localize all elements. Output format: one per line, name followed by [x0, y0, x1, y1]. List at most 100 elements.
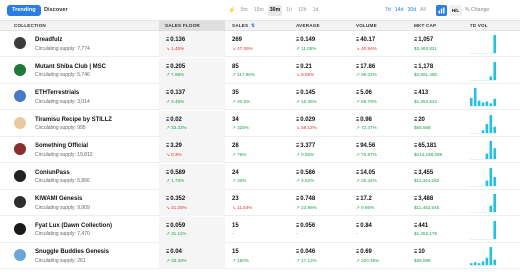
collection-name[interactable]: Mutant Shiba Club | MSC — [35, 64, 106, 70]
tab-discover[interactable]: Discover — [44, 5, 68, 16]
sparkline-bar — [477, 100, 481, 106]
sales-change: ↘ 11.54% — [232, 204, 253, 210]
table-row[interactable]: Something Official Circulating supply: 19… — [0, 137, 520, 163]
time-filter-1h[interactable]: 1h — [284, 5, 294, 16]
chart-view-button[interactable] — [436, 5, 447, 16]
eth-icon: Ξ — [356, 249, 360, 255]
collection-name[interactable]: KIWAMI Genesis — [35, 196, 82, 202]
eth-icon: Ξ — [356, 143, 360, 149]
bar-chart-icon — [438, 7, 445, 14]
period-filter-30d[interactable]: 30d — [407, 5, 416, 16]
sparkline-bar — [493, 259, 496, 265]
sparkline-bar — [489, 114, 493, 133]
volume-value: Ξ17.86 — [356, 63, 376, 70]
col-average[interactable]: AVERAGE — [296, 21, 320, 31]
col-volume[interactable]: VOLUME — [356, 21, 377, 31]
collection-avatar[interactable] — [14, 249, 26, 261]
average-value: Ξ0.586 — [296, 169, 316, 176]
volume-value: Ξ94.56 — [356, 143, 376, 149]
collection-name[interactable]: Something Official — [35, 143, 88, 149]
volume-value: Ξ0.84 — [356, 222, 372, 229]
period-filter-all[interactable]: All — [420, 5, 426, 16]
time-filter-15m[interactable]: 15m — [252, 5, 266, 16]
table-row[interactable]: Snuggle Buddies Genesis Circulating suppl… — [0, 243, 520, 269]
sparkline-bar — [489, 103, 493, 106]
collection-name[interactable]: Dreadfulz — [35, 37, 62, 43]
average-change: ↗ 0.55% — [296, 151, 315, 157]
sales-change: ↗ 75% — [232, 151, 247, 157]
table-row[interactable]: Fyat Lux (Dawn Collection) Circulating su… — [0, 216, 520, 243]
collection-name[interactable]: ConiunPass — [35, 170, 70, 176]
sales-floor-highlight — [159, 57, 225, 84]
eth-icon: Ξ — [166, 143, 170, 149]
time-filter-1d[interactable]: 1d — [311, 5, 321, 16]
sales-floor-highlight — [159, 31, 225, 57]
time-filter-5m[interactable]: 5m — [238, 5, 249, 16]
mkt-cap-usd: $38,599 — [414, 257, 431, 263]
time-filter-12h[interactable]: 12h — [296, 5, 309, 16]
collection-avatar[interactable] — [14, 37, 26, 49]
tab-trending[interactable]: Trending — [7, 5, 41, 16]
sales-floor-value: Ξ0.352 — [166, 196, 186, 202]
sales-floor-highlight — [159, 84, 225, 110]
volume-sparkline — [470, 141, 496, 160]
volume-value: Ξ0.98 — [356, 116, 372, 123]
sales-floor-highlight — [159, 163, 225, 190]
circulating-supply: Circulating supply: 3,014 — [35, 98, 90, 105]
collection-avatar[interactable] — [14, 222, 26, 235]
sparkline-bar — [473, 88, 477, 106]
sales-floor-value: Ξ0.137 — [166, 90, 186, 96]
col-collection[interactable]: COLLECTION — [14, 21, 46, 31]
volume-sparkline — [470, 194, 496, 213]
sparkline-bar — [493, 35, 496, 53]
volume-sparkline — [470, 247, 496, 266]
percent-change-toggle[interactable]: % Change — [465, 5, 489, 16]
collection-name[interactable]: Fyat Lux (Dawn Collection) — [35, 223, 112, 229]
average-change: - — [296, 231, 298, 236]
sparkline-bar — [470, 97, 473, 106]
table-row[interactable]: Mutant Shiba Club | MSC Circulating suppl… — [0, 57, 520, 84]
high-low-toggle[interactable]: H/L — [449, 5, 462, 16]
eth-icon: Ξ — [414, 37, 418, 43]
collection-avatar[interactable] — [14, 143, 26, 155]
eth-icon: Ξ — [296, 37, 300, 43]
mkt-cap-value: Ξ20 — [414, 116, 425, 123]
sales-floor-change: ↗ 33.33% — [166, 257, 187, 263]
table-row[interactable]: KIWAMI Genesis Circulating supply: 9,909 Ξ… — [0, 190, 520, 216]
col-sales[interactable]: SALES — [232, 21, 248, 31]
collection-name[interactable]: Tiramisu Recipe by STILLZ — [35, 117, 112, 123]
collection-avatar[interactable] — [14, 90, 26, 102]
eth-icon: Ξ — [356, 169, 360, 176]
eth-icon: Ξ — [414, 249, 418, 255]
table-row[interactable]: Tiramisu Recipe by STILLZ Circulating sup… — [0, 110, 520, 137]
table-row[interactable]: Dreadfulz Circulating supply: 7,774 Ξ0.136… — [0, 31, 520, 57]
sort-icon[interactable]: ⇅ — [251, 21, 255, 31]
col-mkt-cap[interactable]: MKT CAP — [414, 21, 436, 31]
sales-floor-value: Ξ0.02 — [166, 116, 182, 123]
collection-name[interactable]: Snuggle Buddies Genesis — [35, 249, 109, 255]
eth-icon: Ξ — [296, 90, 300, 96]
period-filter-7d[interactable]: 7d — [385, 5, 391, 16]
collection-name[interactable]: ETHTerrestrials — [35, 90, 79, 96]
collection-avatar[interactable] — [14, 196, 26, 208]
col-sales-floor[interactable]: SALES FLOOR — [159, 21, 225, 31]
average-change: ↗ 23.96% — [296, 204, 317, 210]
collection-avatar[interactable] — [14, 116, 26, 129]
sparkline-bar — [473, 262, 477, 265]
mkt-cap-usd: $214,168,068 — [414, 151, 443, 157]
col-7d-vol[interactable]: 7D VOL — [470, 21, 488, 31]
sparkline-bar — [485, 123, 489, 133]
sales-change: ↗ 20% — [232, 178, 247, 183]
time-filter-30m[interactable]: 30m — [267, 5, 283, 16]
period-filter-14d[interactable]: 14d — [395, 5, 404, 16]
eth-icon: Ξ — [414, 196, 418, 202]
collection-avatar[interactable] — [14, 63, 26, 76]
average-value: Ξ0.029 — [296, 116, 316, 123]
sales-value: 23 — [232, 196, 239, 202]
eth-icon: Ξ — [356, 116, 360, 123]
table-row[interactable]: ETHTerrestrials Circulating supply: 3,014… — [0, 84, 520, 110]
sales-change: ↗ 150% — [232, 257, 249, 263]
volume-value: Ξ17.2 — [356, 196, 372, 202]
table-row[interactable]: ConiunPass Circulating supply: 5,866 Ξ0.58… — [0, 163, 520, 190]
collection-avatar[interactable] — [14, 169, 26, 182]
